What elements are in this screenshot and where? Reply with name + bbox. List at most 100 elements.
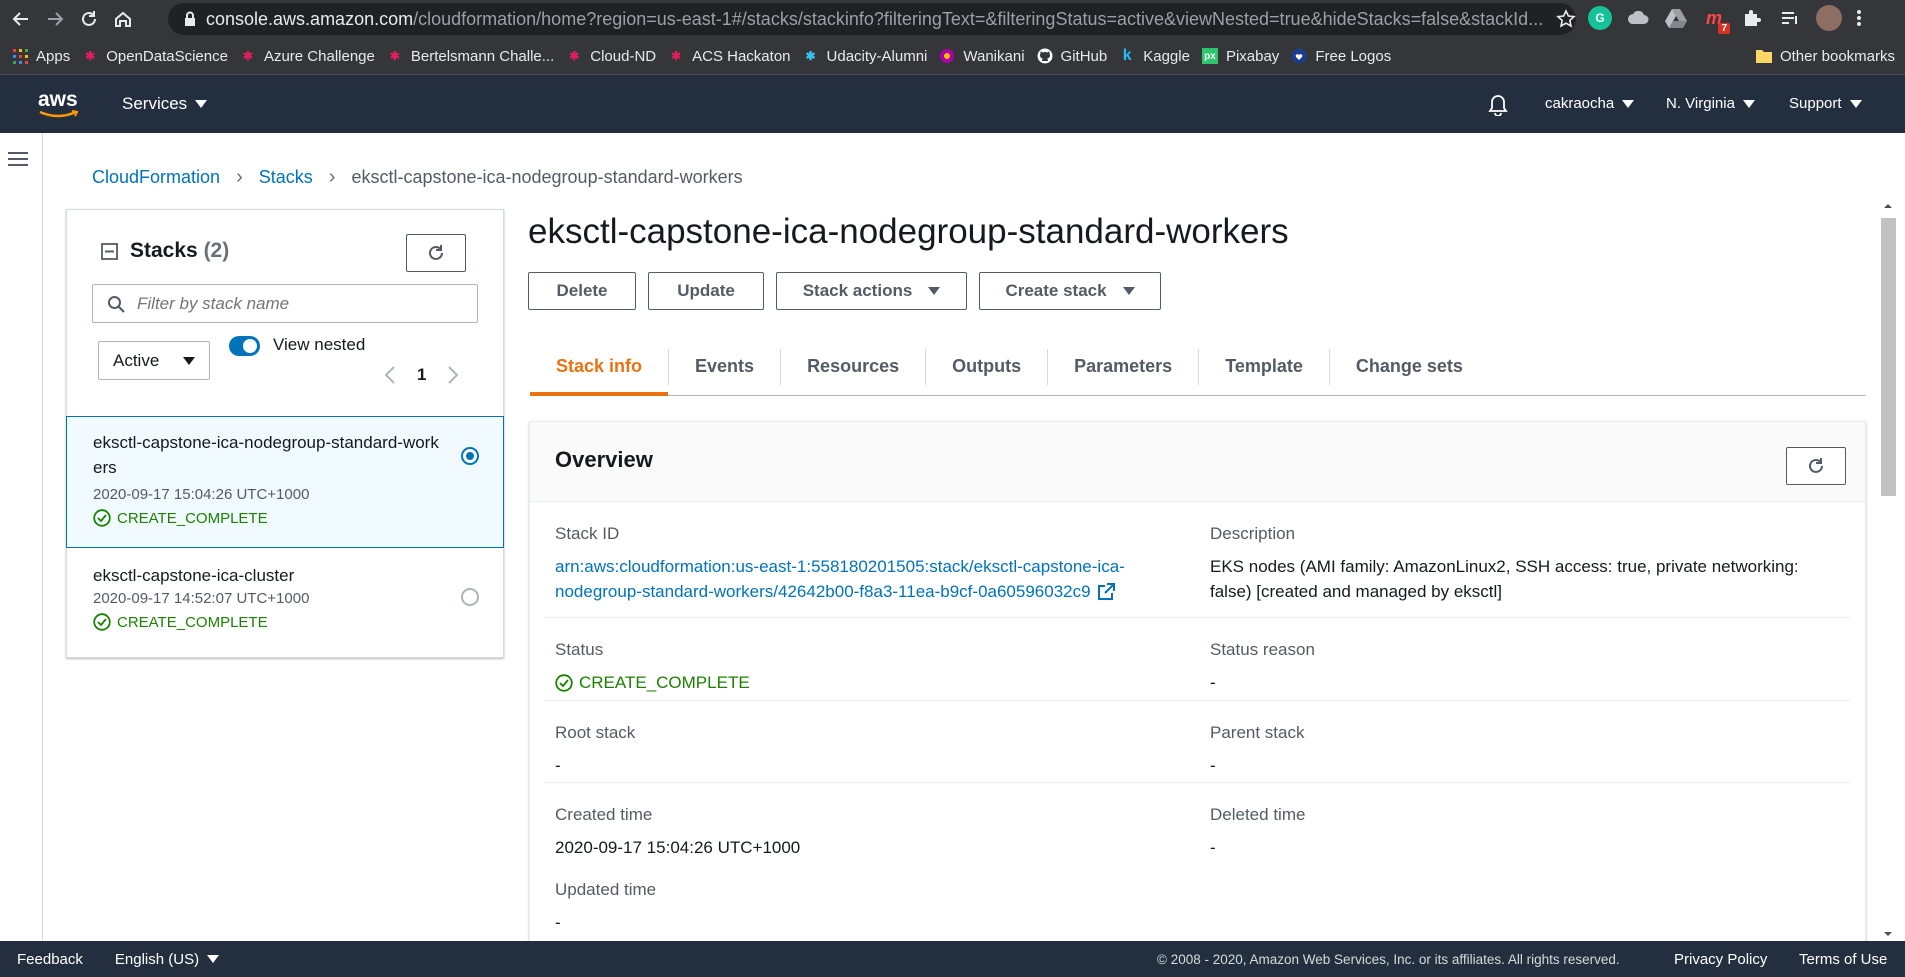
- stack-name[interactable]: eksctl-capstone-ica-nodegroup-standard-w…: [93, 430, 443, 480]
- stack-name[interactable]: eksctl-capstone-ica-cluster: [93, 563, 443, 588]
- back-icon[interactable]: [8, 6, 34, 32]
- breadcrumb-stacks[interactable]: Stacks: [259, 167, 313, 188]
- bookmark-github[interactable]: GitHub: [1037, 48, 1107, 65]
- bookmark-azure-challenge[interactable]: ✱ Azure Challenge: [240, 48, 375, 65]
- next-page-icon[interactable]: [448, 366, 459, 384]
- aws-logo-text: aws: [38, 88, 78, 111]
- slack-icon: ✱: [85, 49, 96, 63]
- update-button[interactable]: Update: [648, 272, 764, 310]
- scroll-down-icon[interactable]: [1878, 930, 1898, 940]
- updated-time-label: Updated time: [555, 880, 657, 899]
- bookmark-free-logos[interactable]: Free Logos: [1291, 48, 1391, 65]
- tab-parameters[interactable]: Parameters: [1048, 338, 1198, 396]
- services-label: Services: [122, 94, 188, 113]
- mail-extension-icon[interactable]: m7: [1702, 6, 1730, 34]
- collapse-icon[interactable]: [101, 242, 118, 260]
- bookmark-kaggle[interactable]: k Kaggle: [1119, 47, 1190, 65]
- stack-radio-selected[interactable]: [461, 447, 479, 465]
- previous-page-icon[interactable]: [385, 366, 395, 384]
- puzzle-icon[interactable]: [1740, 6, 1764, 30]
- grammarly-icon[interactable]: G: [1588, 6, 1612, 30]
- bookmark-other[interactable]: Other bookmarks: [1755, 48, 1895, 65]
- stacks-title: Stacks: [130, 239, 198, 262]
- forward-icon[interactable]: [42, 6, 68, 32]
- hamburger-menu-icon[interactable]: [8, 151, 28, 167]
- search-icon: [107, 295, 125, 313]
- profile-avatar-icon[interactable]: [1816, 5, 1842, 31]
- url-text: console.aws.amazon.com/cloudformation/ho…: [206, 9, 1546, 30]
- bookmark-pixabay[interactable]: px Pixabay: [1201, 48, 1279, 65]
- root-stack-value: -: [555, 756, 561, 775]
- tab-events[interactable]: Events: [669, 338, 780, 396]
- language-select[interactable]: English (US): [115, 951, 220, 968]
- scroll-up-icon[interactable]: [1878, 200, 1898, 210]
- copyright-text: © 2008 - 2020, Amazon Web Services, Inc.…: [1157, 951, 1620, 967]
- view-nested-toggle[interactable]: [229, 336, 260, 356]
- aws-logo[interactable]: aws: [38, 88, 80, 120]
- refresh-overview-button[interactable]: [1786, 447, 1846, 485]
- delete-button[interactable]: Delete: [528, 272, 636, 310]
- stack-id-link[interactable]: arn:aws:cloudformation:us-east-1:5581802…: [555, 554, 1125, 604]
- filter-stacks-input[interactable]: [137, 293, 467, 314]
- status-filter-value: Active: [113, 350, 160, 370]
- user-label: cakraocha: [1545, 95, 1615, 112]
- services-menu[interactable]: Services: [122, 94, 208, 114]
- stack-list-item[interactable]: eksctl-capstone-ica-cluster 2020-09-17 1…: [67, 550, 503, 657]
- region-menu[interactable]: N. Virginia: [1666, 95, 1755, 112]
- bookmark-opendatascience[interactable]: ✱ OpenDataScience: [82, 48, 228, 65]
- tab-stack-info[interactable]: Stack info: [530, 338, 669, 396]
- filter-stacks-field[interactable]: [92, 284, 478, 323]
- stack-radio[interactable]: [461, 588, 479, 606]
- bookmark-label: Free Logos: [1315, 47, 1392, 65]
- bookmark-wanikani[interactable]: Wanikani: [939, 48, 1025, 65]
- star-icon[interactable]: [1556, 9, 1576, 29]
- scrollbar-thumb[interactable]: [1881, 218, 1896, 496]
- terms-of-use-link[interactable]: Terms of Use: [1799, 951, 1887, 968]
- menu-kebab-icon[interactable]: [1856, 8, 1862, 28]
- refresh-icon: [1806, 456, 1826, 476]
- support-menu[interactable]: Support: [1789, 95, 1862, 112]
- stack-actions-button[interactable]: Stack actions: [776, 272, 967, 310]
- tab-outputs[interactable]: Outputs: [926, 338, 1047, 396]
- stack-created-time: 2020-09-17 15:04:26 UTC+1000: [93, 486, 310, 503]
- feedback-link[interactable]: Feedback: [17, 951, 83, 968]
- stack-action-buttons: Delete Update Stack actions Create stack: [528, 272, 1161, 310]
- tab-change-sets[interactable]: Change sets: [1330, 338, 1489, 396]
- bookmark-cloud-nd[interactable]: ✱ Cloud-ND: [566, 48, 656, 65]
- reading-list-icon[interactable]: [1778, 6, 1802, 30]
- stacks-panel: Stacks (2) Active View nested 1 eksctl-c…: [66, 209, 504, 658]
- bell-icon[interactable]: [1488, 94, 1508, 116]
- refresh-stacks-button[interactable]: [406, 234, 466, 272]
- bookmark-acs-hackaton[interactable]: ✱ ACS Hackaton: [668, 48, 790, 65]
- parent-stack-value: -: [1210, 756, 1216, 775]
- tab-template[interactable]: Template: [1199, 338, 1329, 396]
- status-filter-select[interactable]: Active: [98, 341, 210, 380]
- check-circle-icon: [93, 509, 111, 527]
- stacks-header: Stacks (2): [101, 239, 229, 263]
- stack-list-item[interactable]: eksctl-capstone-ica-nodegroup-standard-w…: [66, 416, 504, 548]
- privacy-policy-link[interactable]: Privacy Policy: [1674, 951, 1767, 968]
- page-scrollbar[interactable]: [1878, 200, 1898, 940]
- bookmark-label: Apps: [36, 47, 71, 65]
- stack-status: CREATE_COMPLETE: [93, 613, 477, 631]
- user-menu[interactable]: cakraocha: [1545, 95, 1635, 112]
- status-field: Status CREATE_COMPLETE: [555, 640, 750, 695]
- tab-resources[interactable]: Resources: [781, 338, 925, 396]
- chevron-down-icon: [928, 287, 941, 295]
- bookmark-bertelsmann[interactable]: ✱ Bertelsmann Challe...: [387, 48, 554, 65]
- breadcrumb-cloudformation[interactable]: CloudFormation: [92, 167, 220, 188]
- lock-icon: [184, 11, 196, 27]
- created-time-label: Created time: [555, 805, 653, 824]
- description-label: Description: [1210, 524, 1296, 543]
- cloud-extension-icon[interactable]: [1626, 6, 1650, 30]
- create-stack-button[interactable]: Create stack: [979, 272, 1161, 310]
- current-page[interactable]: 1: [417, 365, 426, 385]
- home-icon[interactable]: [110, 6, 136, 32]
- reload-icon[interactable]: [76, 6, 102, 32]
- bookmark-udacity-alumni[interactable]: ✱ Udacity-Alumni: [803, 48, 927, 65]
- support-label: Support: [1789, 95, 1842, 112]
- google-drive-icon[interactable]: [1664, 6, 1688, 30]
- bookmark-apps[interactable]: Apps: [12, 48, 70, 65]
- address-bar[interactable]: console.aws.amazon.com/cloudformation/ho…: [168, 3, 1576, 35]
- description-field: Description EKS nodes (AMI family: Amazo…: [1210, 524, 1799, 604]
